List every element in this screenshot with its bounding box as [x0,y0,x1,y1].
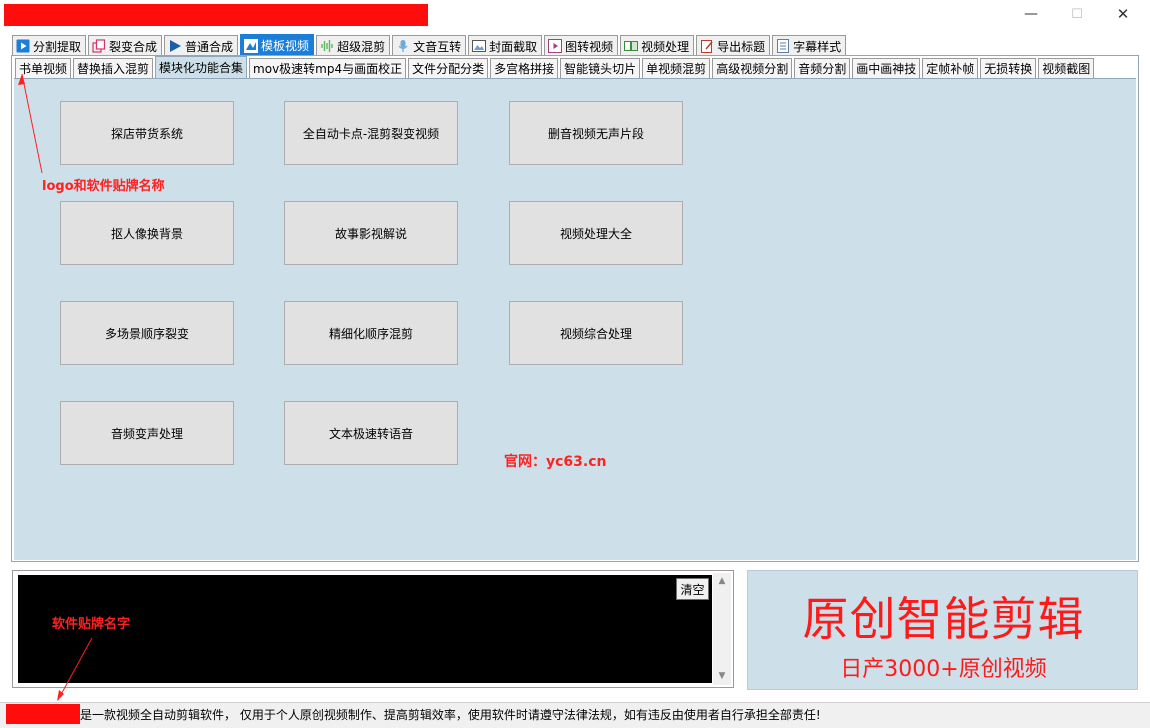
subtab-smart-slice[interactable]: 智能镜头切片 [560,58,641,78]
play-icon [16,39,30,53]
subtab-frame-fill[interactable]: 定帧补帧 [922,58,979,78]
tab-template-video[interactable]: 模板视频 [240,34,315,56]
subtab-video-screenshot[interactable]: 视频截图 [1038,58,1095,78]
tab-label: 图转视频 [565,39,614,54]
tab-label: 视频处理 [641,39,690,54]
brand-redacted-box [6,704,80,724]
function-button[interactable]: 视频处理大全 [509,201,683,265]
subtab-grid-stitch[interactable]: 多宫格拼接 [490,58,559,78]
promo-banner: 原创智能剪辑 日产3000+原创视频 [747,570,1138,690]
copy-icon [92,39,106,53]
function-button[interactable]: 文本极速转语音 [284,401,458,465]
tab-label: 模板视频 [261,39,310,53]
function-button[interactable]: 精细化顺序混剪 [284,301,458,365]
function-button[interactable]: 故事影视解说 [284,201,458,265]
brand-name-annotation: 软件贴牌名字 [52,617,131,632]
function-button[interactable]: 删音视频无声片段 [509,101,683,165]
function-button[interactable]: 多场景顺序裂变 [60,301,234,365]
function-button[interactable]: 探店带货系统 [60,101,234,165]
tab-label: 分割提取 [33,39,82,54]
logo-redacted-box [4,4,428,26]
status-text: 是一款视频全自动剪辑软件， 仅用于个人原创视频制作、提高剪辑效率，使用软件时请遵… [80,708,821,722]
subtab-single-video-mix[interactable]: 单视频混剪 [642,58,711,78]
tab-label: 裂变合成 [109,39,158,54]
function-button[interactable]: 抠人像换背景 [60,201,234,265]
minimize-button[interactable]: — [1008,0,1054,28]
microphone-icon [396,39,410,53]
function-button[interactable]: 全自动卡点-混剪裂变视频 [284,101,458,165]
tab-video-process[interactable]: 视频处理 [620,35,695,56]
subtab-book-list-video[interactable]: 书单视频 [15,58,72,78]
subtab-advanced-split[interactable]: 高级视频分割 [712,58,793,78]
main-tab-bar: 分割提取 裂变合成 普通合成 模板视频 超级混剪 文音互转 封面截取 图转视频 … [12,34,848,56]
subtab-mov-to-mp4[interactable]: mov极速转mp4与画面校正 [249,58,407,78]
tab-normal-compose[interactable]: 普通合成 [164,35,239,56]
tab-split-extract[interactable]: 分割提取 [12,35,87,56]
video-icon [548,39,563,53]
tab-fission-compose[interactable]: 裂变合成 [88,35,163,56]
subtab-picture-in-picture[interactable]: 画中画神技 [852,58,921,78]
waveform-icon [320,39,334,53]
template-icon [244,38,259,53]
title-bar: — ☐ ✕ [0,0,1150,30]
promo-subtitle: 日产3000+原创视频 [840,657,1047,682]
scroll-up-icon[interactable]: ▲ [713,573,731,589]
tab-export-title[interactable]: 导出标题 [696,35,771,56]
tab-label: 导出标题 [717,39,766,54]
subtab-modular-functions[interactable]: 模块化功能合集 [155,56,248,78]
maximize-button[interactable]: ☐ [1054,0,1100,28]
tab-label: 字幕样式 [793,39,842,54]
subtab-audio-split[interactable]: 音频分割 [794,58,851,78]
tab-label: 普通合成 [185,39,234,54]
image-icon [472,39,487,53]
clear-button[interactable]: 清空 [676,578,709,600]
subtab-lossless-convert[interactable]: 无损转换 [980,58,1037,78]
close-button[interactable]: ✕ [1100,0,1146,28]
function-button[interactable]: 视频综合处理 [509,301,683,365]
tab-label: 超级混剪 [337,39,386,54]
subtab-replace-insert-mix[interactable]: 替换插入混剪 [73,58,154,78]
tab-cover-capture[interactable]: 封面截取 [468,35,543,56]
promo-title: 原创智能剪辑 [802,592,1085,646]
edit-icon [624,39,639,53]
play-icon [168,39,182,53]
tab-subtitle-style[interactable]: 字幕样式 [772,35,847,56]
scroll-down-icon[interactable]: ▼ [713,668,731,684]
tab-image-to-video[interactable]: 图转视频 [544,35,619,56]
subtitle-icon [776,39,790,53]
subtab-file-classify[interactable]: 文件分配分类 [408,58,489,78]
tab-label: 封面截取 [489,39,538,54]
function-button[interactable]: 音频变声处理 [60,401,234,465]
export-icon [700,39,714,53]
logo-annotation: logo和软件贴牌名称 [42,179,165,194]
tab-label: 文音互转 [413,39,462,54]
official-site-text: 官网：yc63.cn [504,454,607,470]
tab-super-mix[interactable]: 超级混剪 [316,35,391,56]
tab-text-audio[interactable]: 文音互转 [392,35,467,56]
sub-tab-bar: 书单视频 替换插入混剪 模块化功能合集 mov极速转mp4与画面校正 文件分配分… [15,56,1096,79]
